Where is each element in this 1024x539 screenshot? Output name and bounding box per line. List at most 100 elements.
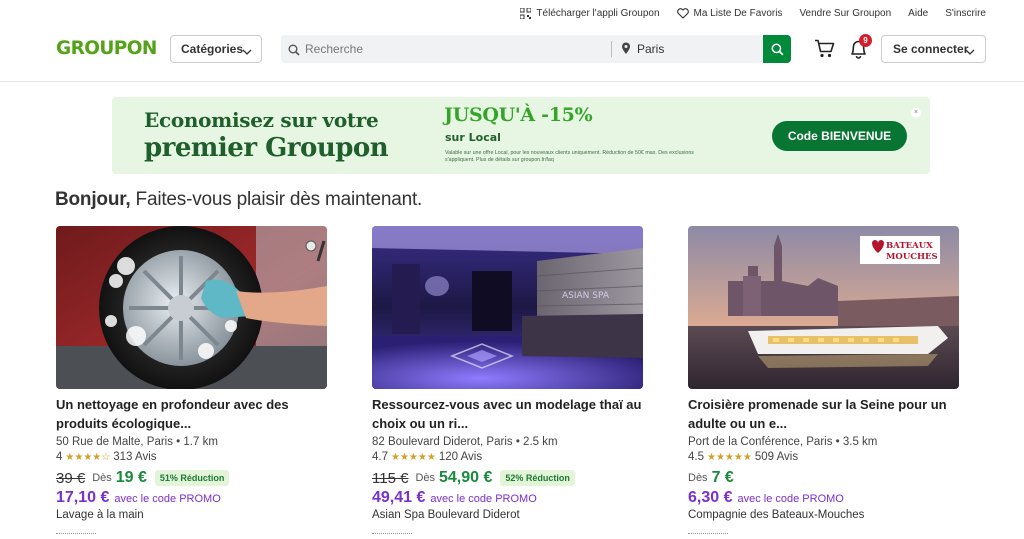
bateaux-logo-line2: MOUCHES (886, 252, 938, 262)
location-input[interactable]: Paris (637, 35, 664, 63)
price-prefix: Dès (688, 472, 708, 484)
search-bar: Paris (281, 35, 791, 63)
merchant-name: Compagnie des Bateaux-Mouches (688, 509, 865, 521)
promo-code-text: avec le code PROMO (737, 493, 844, 505)
promo-code-text: avec le code PROMO (430, 493, 537, 505)
notification-count-badge: 9 (859, 34, 872, 47)
favorites-label: Ma Liste De Favoris (693, 8, 783, 19)
cart-button[interactable] (814, 39, 835, 63)
deal-image-spa[interactable]: ASIAN SPA (372, 226, 643, 389)
heart-icon (676, 8, 689, 19)
review-count: 313 Avis (113, 451, 157, 463)
search-icon (288, 43, 300, 61)
deal-price-row: 115 € Dès 54,90 € 52% Réduction (372, 469, 643, 487)
next-row-hint (688, 533, 728, 537)
deal-price-row: 39 € Dès 19 € 51% Réduction (56, 469, 327, 487)
location-pin-icon (621, 42, 631, 60)
search-divider (611, 41, 612, 57)
deal-card[interactable]: ASIAN SPA Ressourcez-vous avec un modela… (372, 226, 643, 537)
sell-link[interactable]: Vendre Sur Groupon (799, 8, 891, 19)
chevron-down-icon (965, 45, 975, 59)
search-input[interactable] (305, 35, 605, 63)
sell-label: Vendre Sur Groupon (799, 8, 892, 19)
banner-percentage: JUSQU'À -15% (444, 104, 593, 126)
categories-label: Catégories (181, 42, 244, 56)
deal-location: Port de la Conférence, Paris • 3.5 km (688, 436, 878, 448)
deal-location: 50 Rue de Malte, Paris • 1.7 km (56, 436, 218, 448)
groupon-logo[interactable]: GROUPON (56, 38, 157, 59)
greeting-hello: Bonjour, (55, 189, 131, 210)
bell-icon (849, 40, 868, 63)
cart-icon (814, 39, 835, 62)
review-count: 120 Avis (438, 451, 483, 463)
banner-fine-print: Valable sur une offre Local, pour les no… (445, 150, 694, 163)
star-rating-icon: ★★★★★ (391, 452, 436, 463)
deal-price: 7 € (711, 469, 734, 486)
original-price: 115 € (372, 469, 409, 487)
promo-price: 17,10 € (56, 489, 110, 506)
header-divider (0, 81, 1024, 82)
original-price: 39 € (56, 469, 86, 487)
help-link[interactable]: Aide (908, 8, 928, 19)
deal-image-car-wash[interactable] (56, 226, 327, 389)
login-button[interactable]: Se connecter (881, 35, 986, 63)
price-prefix: Dès (415, 472, 435, 484)
price-prefix: Dès (92, 472, 112, 484)
help-label: Aide (908, 8, 929, 19)
bateaux-logo-line1: BATEAUX (886, 241, 933, 251)
banner-title-line2: premier Groupon (144, 133, 389, 163)
banner-subtitle: sur Local (445, 131, 501, 144)
deal-location: 82 Boulevard Diderot, Paris • 2.5 km (372, 436, 558, 448)
spa-sign-text: ASIAN SPA (562, 291, 610, 301)
signup-label: S'inscrire (945, 8, 986, 19)
next-row-hint (56, 533, 96, 537)
login-label: Se connecter (893, 42, 969, 56)
categories-button[interactable]: Catégories (170, 35, 262, 63)
deal-rating: 4.7 ★★★★★ 120 Avis (372, 450, 643, 465)
search-submit-icon (771, 43, 784, 56)
deal-image-seine-cruise[interactable]: BATEAUX MOUCHES (688, 226, 959, 389)
deal-rating: 4 ★★★★☆ 313 Avis (56, 450, 327, 465)
next-row-hint (372, 533, 412, 537)
merchant-name: Asian Spa Boulevard Diderot (372, 509, 520, 521)
star-rating-icon: ★★★★☆ (65, 452, 111, 463)
favorites-link[interactable]: Ma Liste De Favoris (676, 8, 783, 19)
main-header: GROUPON Catégories Paris 9 Se connecter (0, 34, 1024, 64)
utility-bar: Télécharger l'appli Groupon Ma Liste De … (503, 8, 986, 19)
promo-price-row: 17,10 € avec le code PROMO (56, 489, 327, 507)
search-submit-button[interactable] (763, 35, 791, 63)
promo-price-row: 6,30 € avec le code PROMO (688, 489, 959, 507)
greeting-text: Faites-vous plaisir dès maintenant. (135, 189, 423, 210)
promo-banner[interactable]: Economisez sur votre premier Groupon JUS… (112, 97, 930, 174)
deal-card[interactable]: Un nettoyage en profondeur avec des prod… (56, 226, 327, 537)
deal-title[interactable]: Ressourcez-vous avec un modelage thaï au… (372, 396, 643, 433)
deal-rating: 4.5 ★★★★★ 509 Avis (688, 450, 959, 465)
banner-title-line1: Economisez sur votre (144, 108, 379, 132)
qr-code-icon (520, 8, 532, 19)
promo-price: 49,41 € (372, 489, 426, 506)
promo-price-row: 49,41 € avec le code PROMO (372, 489, 643, 507)
deal-price: 19 € (115, 469, 147, 486)
banner-close-button[interactable]: × (911, 108, 921, 118)
deal-card[interactable]: BATEAUX MOUCHES Croisière promenade sur … (688, 226, 959, 537)
download-app-link[interactable]: Télécharger l'appli Groupon (520, 8, 660, 19)
rating-value: 4.7 (372, 451, 388, 463)
deal-title[interactable]: Croisière promenade sur la Seine pour un… (688, 396, 959, 433)
deal-price-row: Dès 7 € (688, 469, 959, 487)
greeting-heading: Bonjour, Faites-vous plaisir dès mainten… (55, 189, 422, 211)
review-count: 509 Avis (754, 451, 799, 463)
promo-code-text: avec le code PROMO (114, 493, 221, 505)
rating-value: 4.5 (688, 451, 704, 463)
promo-price: 6,30 € (688, 489, 733, 506)
chevron-down-icon (242, 45, 252, 59)
promo-code-button[interactable]: Code BIENVENUE (772, 121, 907, 151)
discount-badge: 52% Réduction (500, 470, 575, 486)
star-rating-icon: ★★★★★ (707, 452, 752, 463)
discount-badge: 51% Réduction (154, 470, 230, 486)
deal-title[interactable]: Un nettoyage en profondeur avec des prod… (56, 396, 327, 433)
signup-link[interactable]: S'inscrire (945, 8, 986, 19)
download-app-label: Télécharger l'appli Groupon (536, 8, 660, 19)
deal-price: 54,90 € (439, 469, 493, 486)
merchant-name: Lavage à la main (56, 509, 144, 521)
rating-value: 4 (56, 451, 63, 463)
